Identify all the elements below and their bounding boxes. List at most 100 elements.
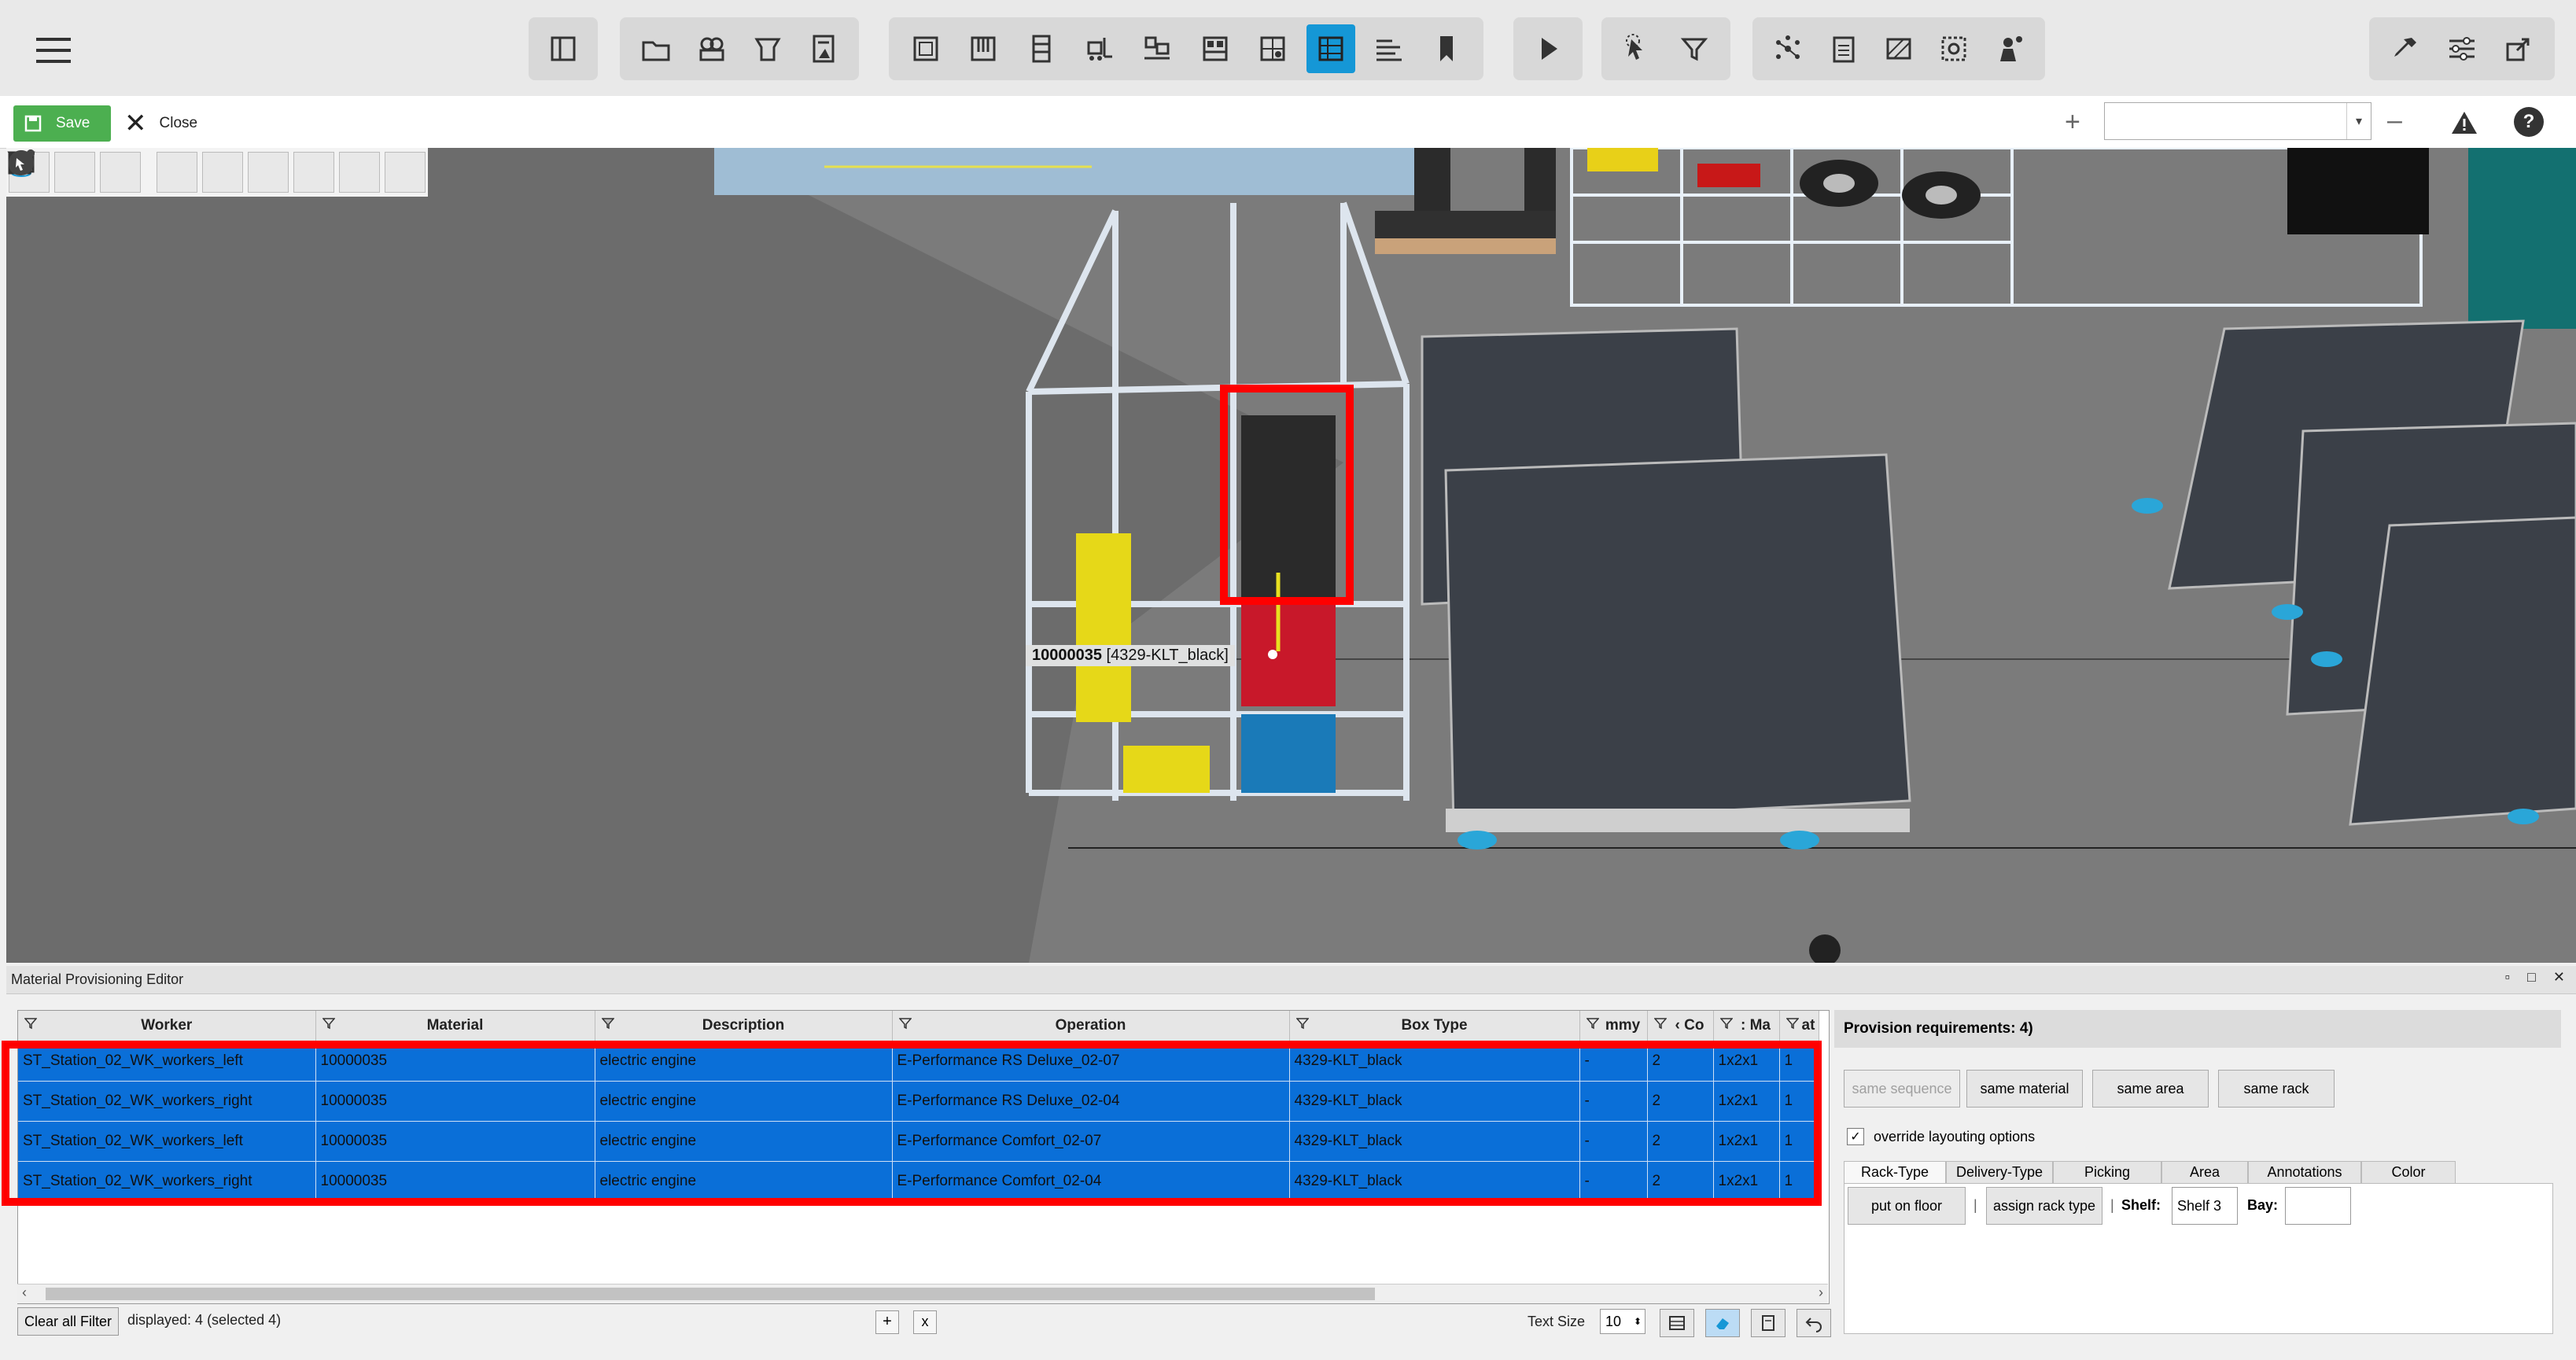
table-cell[interactable]: 1x2x1 (1713, 1041, 1780, 1082)
table-cell[interactable]: 1 (1779, 1121, 1819, 1162)
table-cell[interactable]: 1 (1779, 1161, 1819, 1202)
document-view-icon[interactable] (1751, 1309, 1786, 1337)
table-row[interactable]: ST_Station_02_WK_workers_left 10000035 ele… (18, 1121, 1819, 1162)
table-cell[interactable]: 2 (1647, 1041, 1714, 1082)
pipette-icon[interactable] (2382, 24, 2429, 73)
tab-color[interactable]: Color (2361, 1161, 2456, 1183)
save-button[interactable]: Save (13, 105, 111, 142)
scroll-right-icon[interactable]: › (1819, 1284, 1823, 1301)
restore-icon[interactable]: ▫ (2505, 969, 2510, 986)
table-cell[interactable]: 10000035 (315, 1041, 595, 1082)
table-cell[interactable]: E-Performance Comfort_02-07 (892, 1121, 1290, 1162)
person-view-icon[interactable] (11, 150, 141, 193)
same-area-button[interactable]: same area (2092, 1070, 2209, 1108)
table-cell[interactable]: - (1579, 1041, 1648, 1082)
layout-frame-icon[interactable] (901, 24, 950, 73)
filter-icon[interactable] (898, 1017, 912, 1030)
workstation-view-icon[interactable] (7, 151, 197, 193)
table-cell[interactable]: 4329-KLT_black (1289, 1041, 1580, 1082)
rack-layout-icon[interactable] (8, 152, 289, 193)
same-rack-button[interactable]: same rack (2218, 1070, 2335, 1108)
side-view-icon[interactable] (11, 152, 95, 193)
bay-field[interactable] (2285, 1187, 2351, 1225)
table-cell[interactable]: 10000035 (315, 1161, 595, 1202)
checkmark-icon[interactable]: ✓ (1847, 1128, 1864, 1145)
table-cell[interactable]: 1 (1779, 1041, 1819, 1082)
table-cell[interactable]: 1x2x1 (1713, 1121, 1780, 1162)
rotate-pointer-icon[interactable] (9, 149, 426, 193)
assign-rack-type-button[interactable]: assign rack type (1986, 1187, 2102, 1225)
table-cell[interactable]: 1x2x1 (1713, 1161, 1780, 1202)
lines-icon[interactable] (1365, 24, 1413, 73)
eraser-icon[interactable] (1705, 1309, 1740, 1337)
worker-icon[interactable] (17, 150, 243, 193)
folder-open-icon[interactable] (632, 24, 679, 73)
maximize-icon[interactable]: □ (2527, 969, 2536, 986)
filter-icon[interactable] (1653, 1017, 1667, 1030)
table-row[interactable]: ST_Station_02_WK_workers_right 10000035 el… (18, 1081, 1819, 1122)
tab-picking[interactable]: Picking (2053, 1161, 2161, 1183)
settings-sliders-icon[interactable] (2438, 24, 2486, 73)
network-icon[interactable] (1765, 24, 1811, 73)
document-chart-icon[interactable] (800, 24, 846, 73)
col-header-extra[interactable]: at (1779, 1011, 1819, 1041)
col-header-count[interactable]: ‹ Co (1647, 1011, 1714, 1041)
table-cell[interactable]: 2 (1647, 1121, 1714, 1162)
bookmark-icon[interactable] (1422, 24, 1471, 73)
table-cell[interactable]: ST_Station_02_WK_workers_right (18, 1081, 316, 1122)
table-cell[interactable]: E-Performance RS Deluxe_02-07 (892, 1041, 1290, 1082)
zoom-out-icon[interactable]: – (2387, 105, 2402, 136)
tab-rack-type[interactable]: Rack-Type (1844, 1161, 1946, 1183)
table-cell[interactable]: - (1579, 1161, 1648, 1202)
scroll-left-icon[interactable]: ‹ (22, 1284, 27, 1301)
table-cell[interactable]: 4329-KLT_black (1289, 1121, 1580, 1162)
storage-icon[interactable] (1191, 24, 1240, 73)
scrollbar-thumb[interactable] (46, 1288, 1375, 1300)
close-panel-icon[interactable]: ✕ (2553, 969, 2565, 986)
col-header-worker[interactable]: Worker (18, 1011, 316, 1041)
filter-icon[interactable] (1586, 1017, 1599, 1030)
col-header-description[interactable]: Description (595, 1011, 893, 1041)
clipboard-icon[interactable] (1820, 24, 1866, 73)
tab-area[interactable]: Area (2161, 1161, 2248, 1183)
table-cell[interactable]: 1 (1779, 1081, 1819, 1122)
table-row[interactable]: ST_Station_02_WK_workers_right 10000035 el… (18, 1161, 1819, 1202)
layers-icon[interactable] (688, 24, 735, 73)
list-view-icon[interactable] (1660, 1309, 1694, 1337)
filter-icon[interactable] (1786, 1017, 1799, 1030)
table-cell[interactable]: - (1579, 1081, 1648, 1122)
hatch-icon[interactable] (1876, 24, 1922, 73)
help-icon[interactable]: ? (2514, 107, 2544, 137)
table-cell[interactable]: 10000035 (315, 1121, 595, 1162)
view-select[interactable]: ▾ (2104, 102, 2371, 140)
col-header-material[interactable]: Material (315, 1011, 595, 1041)
text-size-spinner[interactable]: 10 ⬍ (1600, 1309, 1645, 1334)
shelf-icon[interactable] (1017, 24, 1066, 73)
filter-icon[interactable] (1671, 24, 1718, 73)
clear-all-filter-button[interactable]: Clear all Filter (17, 1307, 120, 1336)
rack-info-icon[interactable] (8, 149, 334, 193)
table-cell[interactable]: 1x2x1 (1713, 1081, 1780, 1122)
put-on-floor-button[interactable]: put on floor (1848, 1187, 1966, 1225)
table-cell[interactable]: - (1579, 1121, 1648, 1162)
grid-layout-icon[interactable] (1249, 24, 1298, 73)
table-cell[interactable]: 4329-KLT_black (1289, 1161, 1580, 1202)
override-layouting-checkbox[interactable]: ✓ override layouting options (1847, 1128, 2035, 1145)
warning-icon[interactable] (2450, 109, 2478, 137)
zoom-in-icon[interactable]: + (2065, 107, 2080, 138)
measure-icon[interactable] (1931, 24, 1977, 73)
menu-icon[interactable] (31, 28, 76, 72)
table-cell[interactable]: ST_Station_02_WK_workers_left (18, 1041, 316, 1082)
table-cell[interactable]: 4329-KLT_black (1289, 1081, 1580, 1122)
table-cell[interactable]: E-Performance RS Deluxe_02-04 (892, 1081, 1290, 1122)
same-sequence-button[interactable]: same sequence (1844, 1070, 1960, 1108)
select-cursor-icon[interactable] (1614, 24, 1661, 73)
forklift-icon[interactable] (1075, 24, 1124, 73)
filter-icon[interactable] (1719, 1017, 1733, 1030)
close-button[interactable]: ✕ Close (124, 105, 197, 142)
spinner-arrows-icon[interactable]: ⬍ (1634, 1316, 1642, 1327)
pointer-icon[interactable] (9, 150, 380, 193)
col-header-operation[interactable]: Operation (892, 1011, 1290, 1041)
table-row[interactable]: ST_Station_02_WK_workers_left 10000035 ele… (18, 1041, 1819, 1082)
table-cell[interactable]: 2 (1647, 1081, 1714, 1122)
